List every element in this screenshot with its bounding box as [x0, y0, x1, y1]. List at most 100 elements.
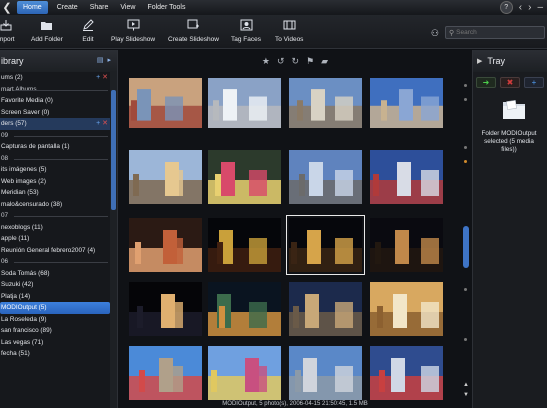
scroll-marker — [464, 146, 467, 149]
library-item-label: mart Albums — [1, 85, 37, 93]
library-folder-item[interactable]: Platja (14) — [0, 291, 110, 303]
edit-button[interactable]: Edit — [81, 18, 95, 43]
library-folder-item[interactable]: Favorite Media (0) — [0, 95, 110, 107]
photo-thumbnail[interactable] — [370, 282, 443, 336]
library-section-header[interactable]: 08 — [0, 153, 110, 165]
library-folder-item[interactable]: Soda Tomás (68) — [0, 268, 110, 280]
menu-view[interactable]: View — [114, 0, 141, 15]
tray-remove-button[interactable]: ✖ — [500, 77, 520, 88]
menu-create[interactable]: Create — [51, 0, 84, 15]
library-folder-item[interactable]: Las vegas (71) — [0, 337, 110, 349]
photo-scrollbar[interactable]: ▲ ▼ — [462, 76, 470, 408]
photo-thumbnail[interactable] — [289, 282, 362, 336]
library-scrollbar[interactable] — [110, 72, 117, 408]
tray-new-button[interactable]: + — [524, 77, 544, 88]
remove-icon[interactable]: ✕ — [102, 120, 108, 127]
photo-thumbnail[interactable] — [370, 150, 443, 204]
minimize-icon[interactable]: – — [537, 2, 543, 13]
play-slideshow-icon — [126, 18, 140, 32]
library-tree: ums (2) + ✕ mart Albums Favorite Media (0) S… — [0, 72, 110, 360]
rotate-left-icon[interactable]: ↺ — [277, 56, 285, 67]
menu-folder-tools[interactable]: Folder Tools — [141, 0, 191, 15]
menu-share[interactable]: Share — [84, 0, 115, 15]
remove-icon[interactable]: ✕ — [102, 74, 108, 81]
flag-icon[interactable]: ⚑ — [306, 56, 314, 67]
tag-faces-button[interactable]: Tag Faces — [231, 18, 261, 43]
photo-thumbnail[interactable] — [208, 218, 281, 272]
people-filter-icon[interactable]: ⚇ — [431, 28, 439, 39]
create-slideshow-button[interactable]: Create Slideshow — [168, 18, 219, 43]
library-folder-item[interactable]: Suzuki (42) — [0, 279, 110, 291]
library-section-header[interactable]: mart Albums — [0, 84, 110, 96]
photo-thumbnail[interactable] — [129, 150, 202, 204]
add-folder-button[interactable]: Add Folder — [31, 18, 63, 43]
library-section-header[interactable]: 07 — [0, 210, 110, 222]
library-scrollbar-thumb[interactable] — [111, 90, 116, 210]
tray-collapse-icon[interactable]: ▶ — [477, 57, 482, 65]
library-folder-item[interactable]: malo&censurado (38) — [0, 199, 110, 211]
photo-scrollbar-thumb[interactable] — [463, 226, 469, 268]
rotate-right-icon[interactable]: ↻ — [292, 56, 300, 67]
add-folder-icon — [40, 18, 54, 32]
folder-icon — [502, 98, 526, 120]
tray-title: Tray — [487, 56, 506, 66]
photo-thumbnail[interactable] — [208, 150, 281, 204]
library-folder-item[interactable]: san francisco (89) — [0, 325, 110, 337]
view-options-icon[interactable]: ▤ — [97, 56, 104, 64]
folder-icon[interactable]: ▰ — [321, 56, 328, 67]
to-videos-icon — [282, 18, 296, 32]
library-folder-item[interactable]: Screen Saver (0) — [0, 107, 110, 119]
library-folder-item[interactable]: Capturas de pantalla (1) — [0, 141, 110, 153]
photo-thumbnail[interactable] — [370, 346, 443, 400]
scroll-marker — [464, 98, 467, 101]
photo-thumbnail[interactable] — [129, 78, 202, 128]
library-item-label: Capturas de pantalla (1) — [1, 143, 70, 150]
star-icon[interactable]: ★ — [262, 56, 270, 67]
menu-home[interactable]: Home — [17, 1, 48, 14]
library-folder-item[interactable]: La Roseleda (9) — [0, 314, 110, 326]
photo-thumbnail[interactable] — [129, 282, 202, 336]
library-folder-item[interactable]: ums (2) + ✕ — [0, 72, 110, 84]
photo-thumbnail[interactable] — [208, 346, 281, 400]
photo-thumbnail[interactable] — [370, 218, 443, 272]
tray-add-button[interactable]: ➜ — [476, 77, 496, 88]
ribbon-toolbar: mport Add Folder Edit Play Slideshow Cre… — [0, 15, 547, 49]
photo-thumbnail[interactable] — [129, 218, 202, 272]
scroll-down-icon[interactable]: ▼ — [463, 392, 469, 398]
library-item-label: Web images (2) — [1, 177, 46, 185]
scroll-up-icon[interactable]: ▲ — [463, 382, 469, 388]
library-folder-item[interactable]: apple (11) — [0, 233, 110, 245]
back-nav-icon[interactable]: ‹ — [519, 2, 522, 13]
import-button[interactable]: mport — [0, 18, 15, 43]
to-videos-button[interactable]: To Videos — [275, 18, 303, 43]
library-folder-item[interactable]: ders (57) + ✕ — [0, 118, 110, 130]
scroll-marker — [464, 288, 467, 291]
photo-thumbnail[interactable] — [289, 346, 362, 400]
plus-icon: + — [531, 78, 537, 87]
library-section-header[interactable]: 06 — [0, 256, 110, 268]
play-slideshow-button[interactable]: Play Slideshow — [111, 18, 155, 43]
photo-thumbnail[interactable] — [129, 346, 202, 400]
library-item-label: 07 — [1, 212, 9, 219]
photo-thumbnail[interactable] — [208, 78, 281, 128]
library-folder-item[interactable]: fecha (51) — [0, 348, 110, 360]
forward-nav-icon[interactable]: › — [528, 2, 531, 13]
back-arrow-icon[interactable]: ❮ — [0, 0, 14, 15]
photo-thumbnail[interactable] — [286, 215, 365, 275]
library-folder-item[interactable]: nexoblogs (11) — [0, 222, 110, 234]
help-icon[interactable]: ? — [499, 1, 513, 14]
library-folder-item[interactable]: Reunión General febrero2007 (4) — [0, 245, 110, 257]
photo-thumbnail[interactable] — [289, 150, 362, 204]
library-folder-item[interactable]: MODIOutput (5) — [0, 302, 110, 314]
library-section-header[interactable]: 09 — [0, 130, 110, 142]
library-folder-item[interactable]: its imágenes (5) — [0, 164, 110, 176]
library-folder-item[interactable]: Meridian (53) — [0, 187, 110, 199]
library-folder-item[interactable]: Web images (2) — [0, 176, 110, 188]
photo-thumbnail[interactable] — [208, 282, 281, 336]
library-item-label: Screen Saver (0) — [1, 108, 50, 116]
search-input[interactable] — [456, 29, 537, 36]
photo-thumbnail[interactable] — [289, 78, 362, 128]
search-box[interactable]: ⚲ — [445, 26, 545, 39]
photo-thumbnail[interactable] — [370, 78, 443, 128]
collapse-icon[interactable]: ▸ — [107, 56, 111, 64]
